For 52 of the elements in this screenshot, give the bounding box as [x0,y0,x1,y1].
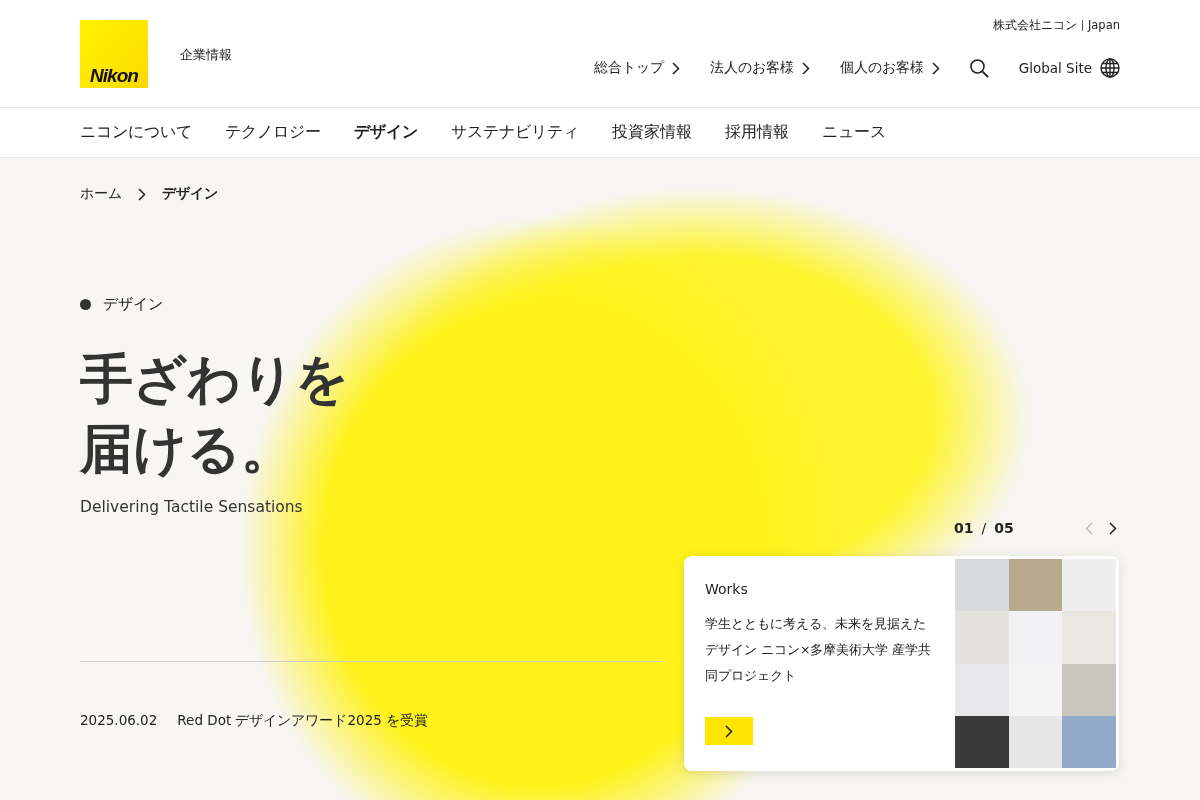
breadcrumb-link[interactable]: ホーム [80,185,122,203]
category-label: デザイン [103,295,163,314]
corporate-link[interactable]: 株式会社ニコン [992,18,1077,33]
chevron-right-icon [671,61,680,75]
photo-placeholder [955,611,1009,664]
nav-tab[interactable]: ニュース [822,122,886,143]
photo-placeholder [1062,663,1116,716]
nav-tab[interactable]: 採用情報 [725,122,789,143]
photo-placeholder [955,715,1009,768]
chevron-right-icon [725,724,733,738]
photo-placeholder [1008,559,1063,612]
chevron-right-icon [138,187,146,201]
bullet-icon [80,299,91,310]
photo-placeholder [1062,559,1116,612]
hero-subtitle: Delivering Tactile Sensations [80,498,304,516]
photo-placeholder [1008,611,1063,664]
nav-tab[interactable]: サステナビリティ [451,122,579,143]
photo-placeholder [1008,715,1063,768]
chevron-left-icon [1085,521,1093,535]
site-label: 企業情報 [180,46,232,64]
nav-link[interactable]: 総合トップ [593,59,680,77]
more-button[interactable] [705,717,753,745]
chevron-right-icon [801,61,810,75]
chevron-right-icon [931,61,940,75]
global-site-link[interactable]: Global Site [1018,58,1120,78]
nav-link[interactable]: 法人のお客様 [709,59,810,77]
photo-placeholder [1008,663,1063,716]
breadcrumb-link[interactable]: デザイン [162,185,218,203]
nav-tab[interactable]: テクノロジー [225,122,321,143]
counter-separator: / [981,520,987,536]
hero-title: 手ざわりを 届ける。 [80,347,350,481]
works-card[interactable]: Works 学生とともに考える、未来を見据えたデザイン ニコン×多摩美術大学 産学共同プロジェクト [684,556,1119,771]
slide-counter: 01 [954,520,974,536]
photo-placeholder [955,559,1009,612]
search-icon[interactable] [969,58,989,78]
photo-placeholder [1062,715,1116,768]
chevron-right-icon [1109,521,1117,535]
news-date: 2025.06.02 [80,712,158,730]
globe-icon [1100,58,1120,78]
photo-placeholder [1062,611,1116,664]
photo-placeholder [955,663,1009,716]
nav-link[interactable]: 個人のお客様 [839,59,940,77]
news-link[interactable]: Red Dot デザインアワード2025 を受賞 [177,712,429,730]
card-label: Works [705,581,749,597]
region-link[interactable]: Japan [1081,20,1120,31]
nav-tab[interactable]: ニコンについて [80,122,192,143]
nav-tab[interactable]: 投資家情報 [612,122,692,143]
next-button[interactable] [1109,521,1117,535]
slide-total: 05 [994,520,1014,536]
nav-tab[interactable]: デザイン [354,122,418,143]
card-title: 学生とともに考える、未来を見据えたデザイン ニコン×多摩美術大学 産学共同プロジェクト [705,615,933,685]
logo[interactable]: Nikon [80,20,148,88]
